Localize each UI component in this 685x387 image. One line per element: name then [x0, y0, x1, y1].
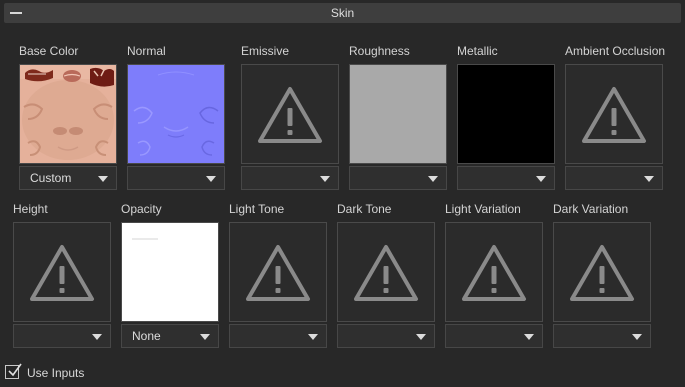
chevron-down-icon	[92, 334, 102, 340]
ambient-occlusion-dropdown[interactable]	[565, 166, 663, 190]
slot-label: Roughness	[349, 44, 410, 58]
normal-map-image	[128, 65, 224, 163]
dark-variation-dropdown[interactable]	[553, 324, 651, 348]
metallic-thumbnail[interactable]	[457, 64, 555, 164]
chevron-down-icon	[416, 334, 426, 340]
chevron-down-icon	[644, 176, 654, 182]
base-color-thumbnail[interactable]	[19, 64, 117, 164]
warning-triangle-icon	[258, 87, 322, 143]
light-tone-dropdown[interactable]	[229, 324, 327, 348]
panel-header: Skin	[4, 3, 681, 23]
slot-label: Dark Variation	[553, 202, 629, 216]
chevron-down-icon	[320, 176, 330, 182]
warning-triangle-icon	[354, 245, 418, 301]
slot-label: Light Variation	[445, 202, 521, 216]
height-thumbnail[interactable]	[13, 222, 111, 322]
chevron-down-icon	[98, 176, 108, 182]
opacity-dropdown[interactable]: None	[121, 324, 219, 348]
chevron-down-icon	[200, 334, 210, 340]
light-tone-thumbnail[interactable]	[229, 222, 327, 322]
dark-tone-thumbnail[interactable]	[337, 222, 435, 322]
slot-label: Base Color	[19, 44, 79, 58]
emissive-thumbnail[interactable]	[241, 64, 339, 164]
roughness-dropdown[interactable]	[349, 166, 447, 190]
slot-label: Ambient Occlusion	[565, 44, 666, 58]
chevron-down-icon	[524, 334, 534, 340]
slot-label: Opacity	[121, 202, 162, 216]
use-inputs-label: Use Inputs	[27, 366, 85, 380]
warning-triangle-icon	[582, 87, 646, 143]
use-inputs-checkbox[interactable]	[5, 363, 22, 379]
dropdown-value: Custom	[30, 171, 72, 185]
slot-label: Emissive	[241, 44, 290, 58]
slot-label: Normal	[127, 44, 166, 58]
chevron-down-icon	[536, 176, 546, 182]
warning-triangle-icon	[570, 245, 634, 301]
warning-triangle-icon	[30, 245, 94, 301]
panel-title: Skin	[330, 6, 355, 20]
slot-label: Height	[13, 202, 48, 216]
opacity-texture-image	[122, 223, 218, 321]
chevron-down-icon	[206, 176, 216, 182]
checkmark-icon	[8, 363, 22, 377]
slot-label: Metallic	[457, 44, 498, 58]
normal-thumbnail[interactable]	[127, 64, 225, 164]
warning-triangle-icon	[246, 245, 310, 301]
metallic-dropdown[interactable]	[457, 166, 555, 190]
dropdown-value: None	[132, 329, 161, 343]
opacity-thumbnail[interactable]	[121, 222, 219, 322]
base-color-dropdown[interactable]: Custom	[19, 166, 117, 190]
roughness-thumbnail[interactable]	[349, 64, 447, 164]
chevron-down-icon	[428, 176, 438, 182]
skin-texture-image	[20, 65, 116, 163]
skin-panel: Skin Base Color Custom Normal Emissive R…	[0, 0, 685, 387]
ambient-occlusion-thumbnail[interactable]	[565, 64, 663, 164]
emissive-dropdown[interactable]	[241, 166, 339, 190]
dark-variation-thumbnail[interactable]	[553, 222, 651, 322]
light-variation-thumbnail[interactable]	[445, 222, 543, 322]
chevron-down-icon	[632, 334, 642, 340]
height-dropdown[interactable]	[13, 324, 111, 348]
dark-tone-dropdown[interactable]	[337, 324, 435, 348]
light-variation-dropdown[interactable]	[445, 324, 543, 348]
slot-label: Light Tone	[229, 202, 285, 216]
slot-label: Dark Tone	[337, 202, 392, 216]
chevron-down-icon	[308, 334, 318, 340]
normal-dropdown[interactable]	[127, 166, 225, 190]
warning-triangle-icon	[462, 245, 526, 301]
